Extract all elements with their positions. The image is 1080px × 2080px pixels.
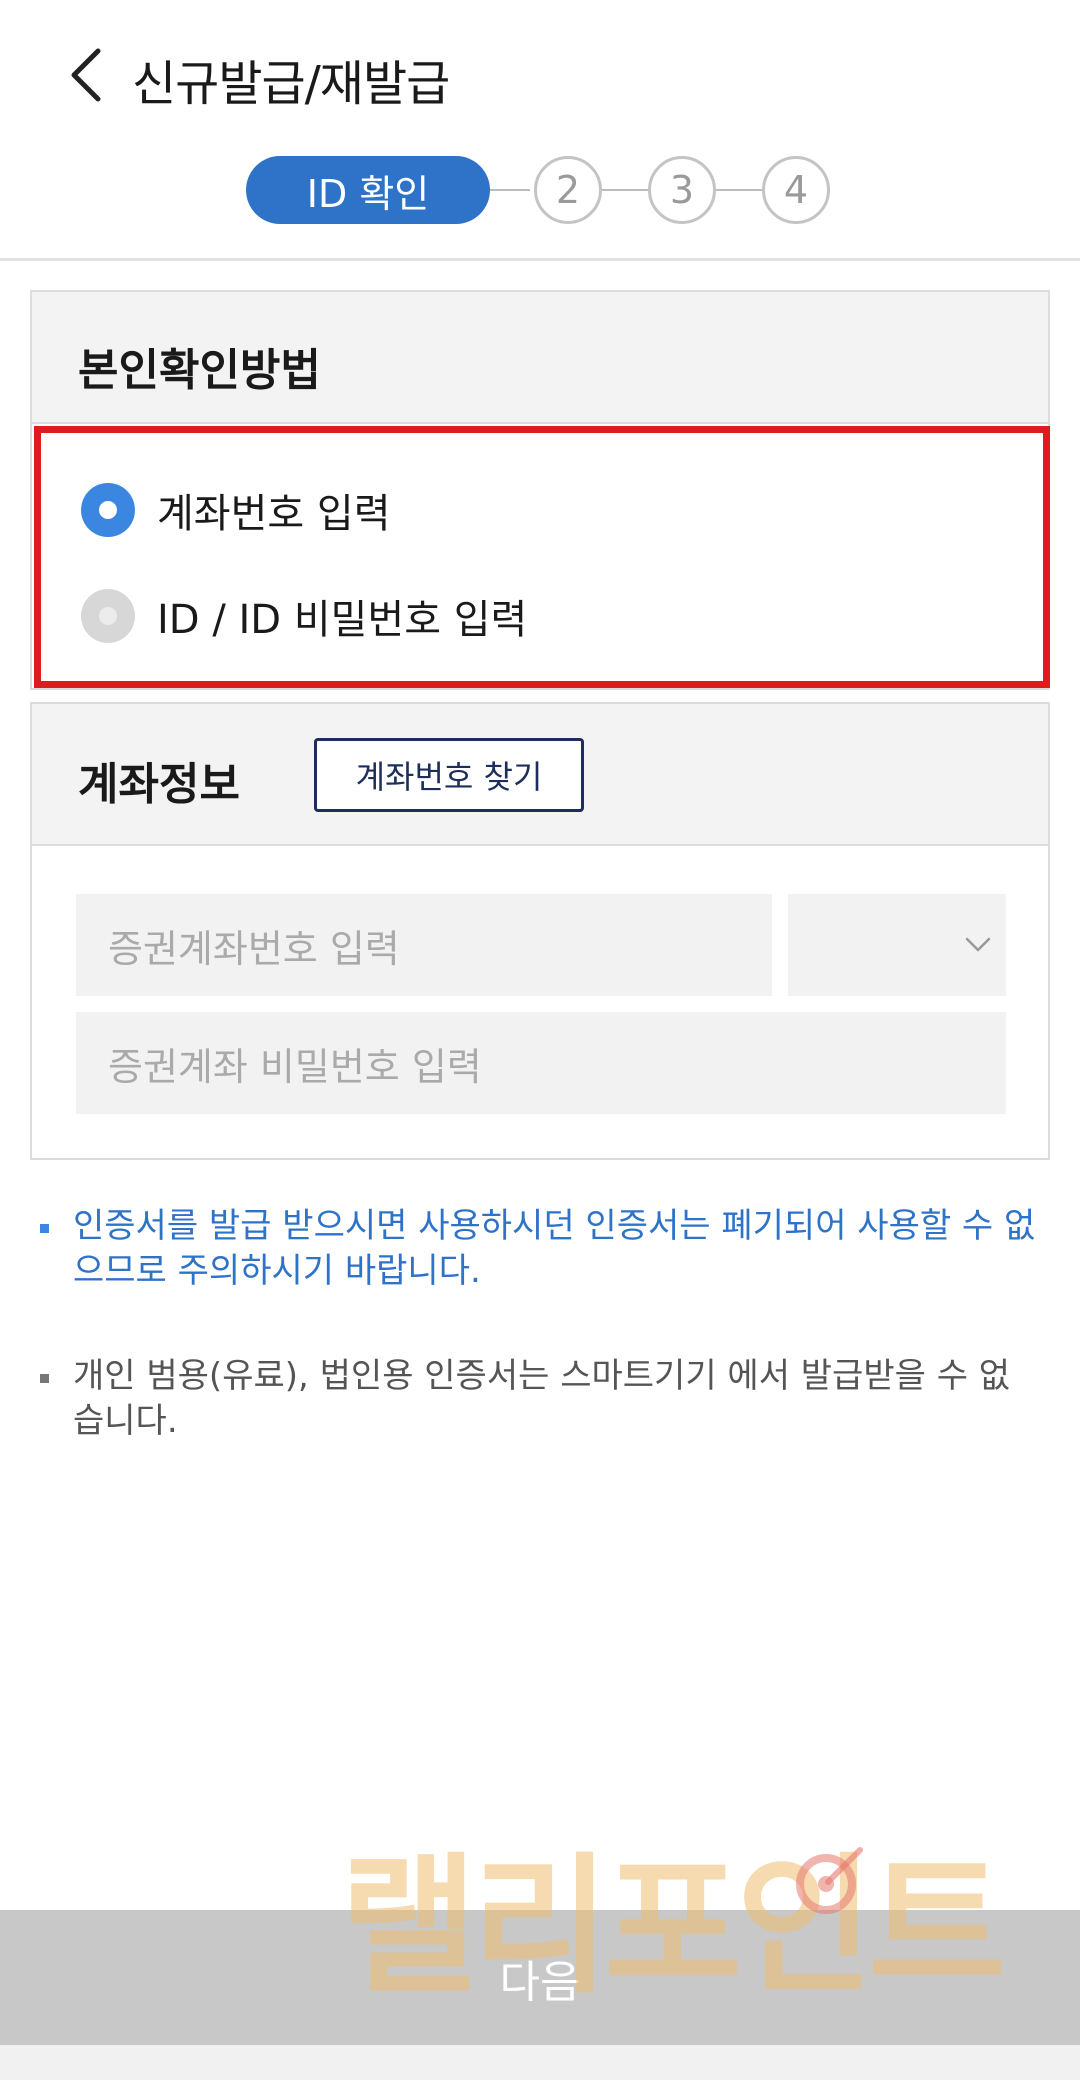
step-connector <box>600 189 650 191</box>
account-info-card: 계좌정보 계좌번호 찾기 증권계좌번호 입력 증권계좌 비밀번호 입력 <box>30 702 1050 1160</box>
step-connector <box>488 189 530 191</box>
radio-unselected-icon <box>81 589 135 643</box>
notice-text: 인증서를 발급 받으시면 사용하시던 인증서는 폐기되어 사용할 수 없으므로 … <box>73 1206 1036 1291</box>
section-title: 계좌정보 <box>78 759 240 810</box>
section-title: 본인확인방법 <box>78 345 321 396</box>
step-2: 2 <box>534 156 602 224</box>
radio-label: 계좌번호 입력 <box>157 491 391 537</box>
dart-icon <box>796 1847 863 1914</box>
certificate-issue-page: 신규발급/재발급 ID 확인 2 3 4 본인확인방법 계좌번호 입력 ID /… <box>0 0 1080 2080</box>
step-4: 4 <box>762 156 830 224</box>
header: 신규발급/재발급 <box>0 0 1080 150</box>
radio-selected-icon <box>81 483 135 537</box>
step-connector <box>716 189 766 191</box>
page-title: 신규발급/재발급 <box>132 56 450 112</box>
identity-method-header: 본인확인방법 <box>32 292 1048 424</box>
step-3: 3 <box>648 156 716 224</box>
progress-stepper: ID 확인 2 3 4 <box>0 152 1080 228</box>
notice-item: 개인 범용(유료), 법인용 인증서는 스마트기기 에서 발급받을 수 없습니다… <box>40 1354 1040 1444</box>
account-password-input[interactable]: 증권계좌 비밀번호 입력 <box>76 1012 1006 1114</box>
header-divider <box>0 258 1080 261</box>
find-account-button[interactable]: 계좌번호 찾기 <box>314 738 584 812</box>
notice-item: 인증서를 발급 받으시면 사용하시던 인증서는 폐기되어 사용할 수 없으므로 … <box>40 1204 1040 1294</box>
back-button[interactable] <box>60 42 110 108</box>
radio-account-number[interactable]: 계좌번호 입력 <box>81 481 391 539</box>
bottom-strip <box>0 2045 1080 2080</box>
bullet-icon <box>40 1224 49 1233</box>
account-number-input[interactable]: 증권계좌번호 입력 <box>76 894 772 996</box>
radio-id-password[interactable]: ID / ID 비밀번호 입력 <box>81 587 527 645</box>
chevron-left-icon <box>71 48 101 102</box>
radio-label: ID / ID 비밀번호 입력 <box>157 597 528 643</box>
account-info-header: 계좌정보 계좌번호 찾기 <box>32 704 1048 846</box>
notice-text: 개인 범용(유료), 법인용 인증서는 스마트기기 에서 발급받을 수 없습니다… <box>73 1356 1011 1441</box>
account-suffix-select[interactable] <box>788 894 1006 996</box>
chevron-down-icon <box>965 937 991 952</box>
bullet-icon <box>40 1374 49 1383</box>
highlight-box: 계좌번호 입력 ID / ID 비밀번호 입력 <box>34 426 1050 688</box>
step-active: ID 확인 <box>246 156 490 224</box>
next-button[interactable]: 다음 <box>0 1910 1080 2045</box>
